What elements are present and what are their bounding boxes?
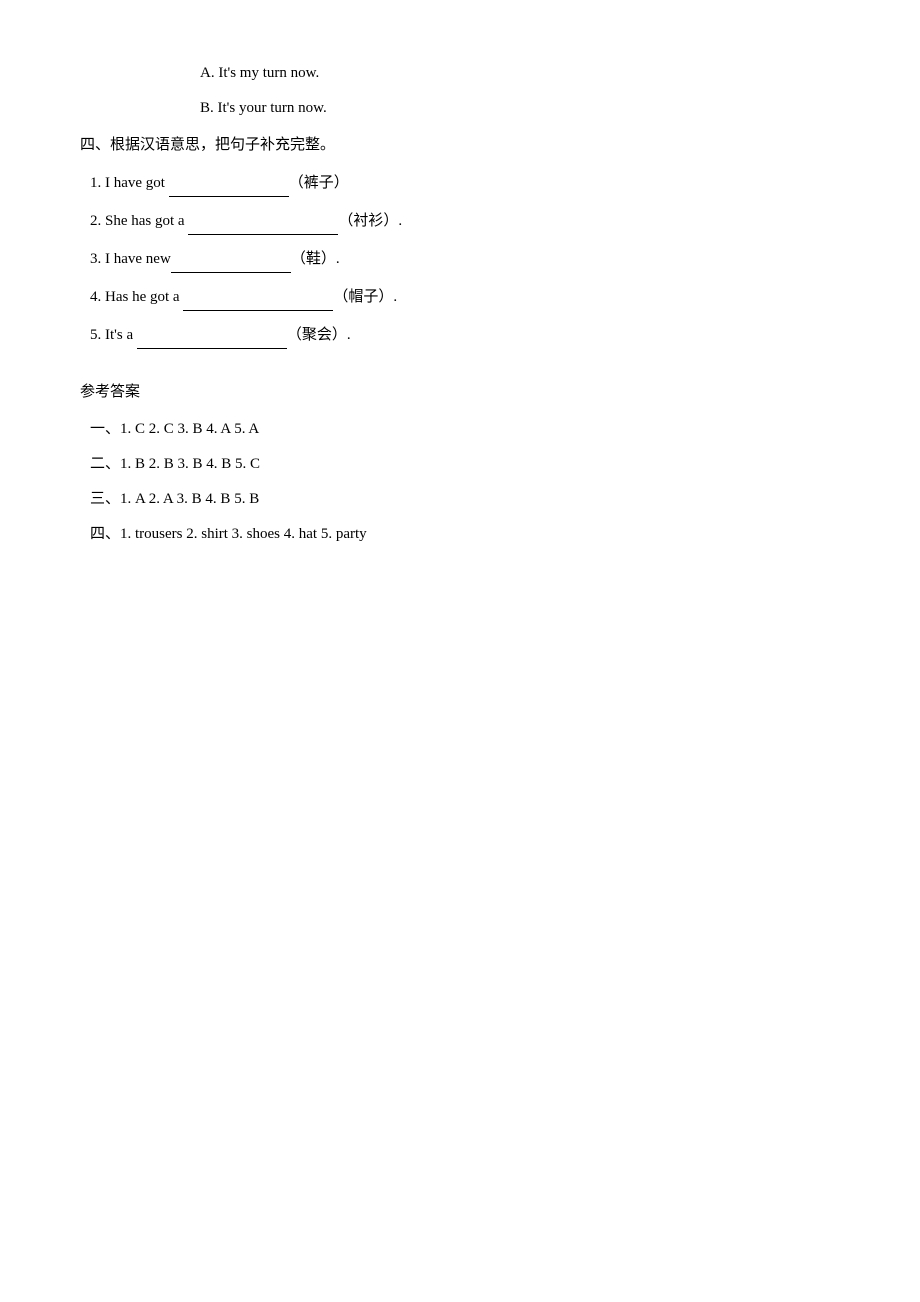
option-b-text: B. It's your turn now.	[200, 100, 327, 116]
exercise-5-hint: （聚会）.	[287, 327, 351, 343]
exercise-3-hint: （鞋）.	[291, 251, 340, 267]
section-four-title: 四、根据汉语意思，把句子补充完整。	[80, 132, 840, 159]
exercise-1-number: 1. I have got	[90, 175, 169, 191]
exercise-5-number: 5. It's a	[90, 327, 137, 343]
exercise-3-blank	[171, 245, 291, 273]
exercise-5-blank	[137, 321, 287, 349]
exercise-2-number: 2. She has got a	[90, 213, 188, 229]
option-a-text: A. It's my turn now.	[200, 65, 319, 81]
exercise-4-hint: （帽子）.	[333, 289, 397, 305]
exercise-5: 5. It's a （聚会）.	[90, 321, 840, 349]
exercise-1: 1. I have got （裤子）	[90, 169, 840, 197]
exercise-2: 2. She has got a （衬衫）.	[90, 207, 840, 235]
exercise-2-blank	[188, 207, 338, 235]
answer-section: 参考答案 一、1. C 2. C 3. B 4. A 5. A 二、1. B 2…	[80, 379, 840, 548]
exercise-3-number: 3. I have new	[90, 251, 171, 267]
exercise-1-blank	[169, 169, 289, 197]
answer-title: 参考答案	[80, 379, 840, 406]
answer-line-4: 四、1. trousers 2. shirt 3. shoes 4. hat 5…	[90, 521, 840, 548]
answer-line-3: 三、1. A 2. A 3. B 4. B 5. B	[90, 486, 840, 513]
option-b: B. It's your turn now.	[200, 95, 840, 122]
exercise-4: 4. Has he got a （帽子）.	[90, 283, 840, 311]
option-a: A. It's my turn now.	[200, 60, 840, 87]
answer-line-1: 一、1. C 2. C 3. B 4. A 5. A	[90, 416, 840, 443]
exercise-3: 3. I have new （鞋）.	[90, 245, 840, 273]
answer-line-2: 二、1. B 2. B 3. B 4. B 5. C	[90, 451, 840, 478]
exercise-4-number: 4. Has he got a	[90, 289, 183, 305]
exercise-1-hint: （裤子）	[289, 175, 349, 191]
exercise-2-hint: （衬衫）.	[338, 213, 402, 229]
exercise-4-blank	[183, 283, 333, 311]
